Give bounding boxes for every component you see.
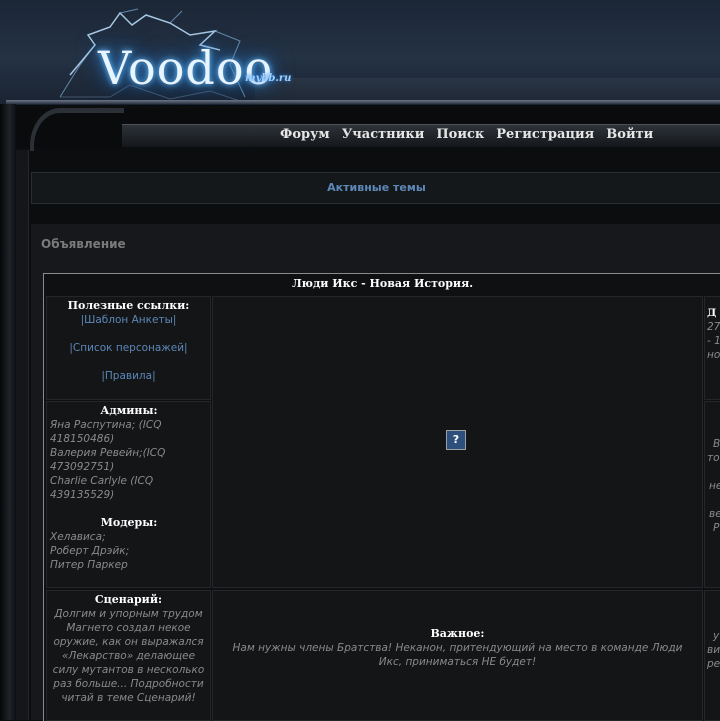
important-cell: Важное: Нам нужны члены Братства! Некано… — [212, 590, 703, 721]
scenario-line: читай в теме Сценарий! — [61, 692, 196, 704]
broken-image-icon: ? — [446, 430, 466, 450]
useful-links-heading: Полезные ссылки: — [67, 299, 190, 312]
navbar-curve — [30, 108, 124, 151]
scenario-line: оружие, как он выражался — [53, 636, 204, 648]
active-topics-bar: Активные темы — [31, 172, 720, 204]
important-line: Икс, приниматься НЕ будет! — [378, 656, 537, 668]
admin-line: Charlie Carlyle (ICQ — [50, 475, 154, 487]
moders-heading: Модеры: — [100, 516, 158, 529]
left-frame-inner — [16, 150, 29, 720]
moder-line: Хелависа; — [50, 531, 106, 543]
admin-line: 439135529) — [50, 489, 115, 501]
admin-line: Яна Распутина; (ICQ — [50, 419, 162, 431]
right-fragment-bottom: у ви ре — [707, 630, 720, 670]
left-frame — [0, 104, 16, 720]
nav-register-link[interactable]: Регистрация — [496, 127, 594, 142]
logo-subtitle: mybb.ru — [245, 73, 292, 84]
character-list-link[interactable]: |Список персонажей| — [47, 341, 210, 355]
nav-login-link[interactable]: Войти — [606, 127, 653, 142]
site-header: Voodoo mybb.ru — [0, 0, 720, 105]
logo-text: Voodoo — [98, 41, 274, 95]
scenario-cell: Сценарий: Долгим и упорным трудом Магнет… — [46, 590, 211, 721]
moder-line: Питер Паркер — [50, 559, 128, 571]
table-title: Люди Икс - Новая История. — [291, 277, 474, 290]
scenario-line: Магнето создал некое — [66, 622, 191, 634]
announcement-title: Объявление — [41, 237, 126, 251]
admin-line: 473092751) — [50, 461, 115, 473]
nav-members-link[interactable]: Участники — [342, 127, 425, 142]
announcement-block: Объявление Люди Икс - Новая История. Пол… — [31, 224, 720, 721]
profile-template-link[interactable]: |Шаблон Анкеты| — [47, 313, 210, 327]
rules-link[interactable]: |Правила| — [47, 369, 210, 383]
right-fragment-top: Д 27 - 1 но — [707, 307, 720, 361]
main-nav: Форум Участники Поиск Регистрация Войти — [280, 127, 653, 142]
scenario-line: «Лекарство» делающее — [61, 650, 196, 662]
staff-cell: Админы: Яна Распутина; (ICQ 418150486) В… — [46, 401, 211, 588]
header-frame — [6, 100, 720, 104]
announcement-table: Люди Икс - Новая История. Полезные ссылк… — [43, 273, 720, 721]
active-topics-link[interactable]: Активные темы — [32, 181, 720, 194]
nav-search-link[interactable]: Поиск — [436, 127, 484, 142]
useful-links-cell: Полезные ссылки: |Шаблон Анкеты| |Список… — [46, 296, 211, 400]
right-fragment-middle: В то не ве Р — [707, 438, 720, 534]
admins-heading: Админы: — [100, 404, 158, 417]
moder-line: Роберт Дрэйк; — [50, 545, 130, 557]
scenario-heading: Сценарий: — [94, 593, 163, 606]
scenario-line: силу мутантов в несколько — [52, 664, 205, 676]
important-line: Нам нужны члены Братства! Неканон, прите… — [232, 642, 683, 654]
nav-forum-link[interactable]: Форум — [280, 127, 330, 142]
scenario-line: Долгим и упорным трудом — [54, 608, 203, 620]
site-logo[interactable]: Voodoo — [50, 5, 272, 103]
admin-line: Валерия Ревейн;(ICQ — [50, 447, 166, 459]
important-heading: Важное: — [430, 627, 485, 640]
scenario-line: раз больше... Подробности — [53, 678, 204, 690]
admin-line: 418150486) — [50, 433, 115, 445]
